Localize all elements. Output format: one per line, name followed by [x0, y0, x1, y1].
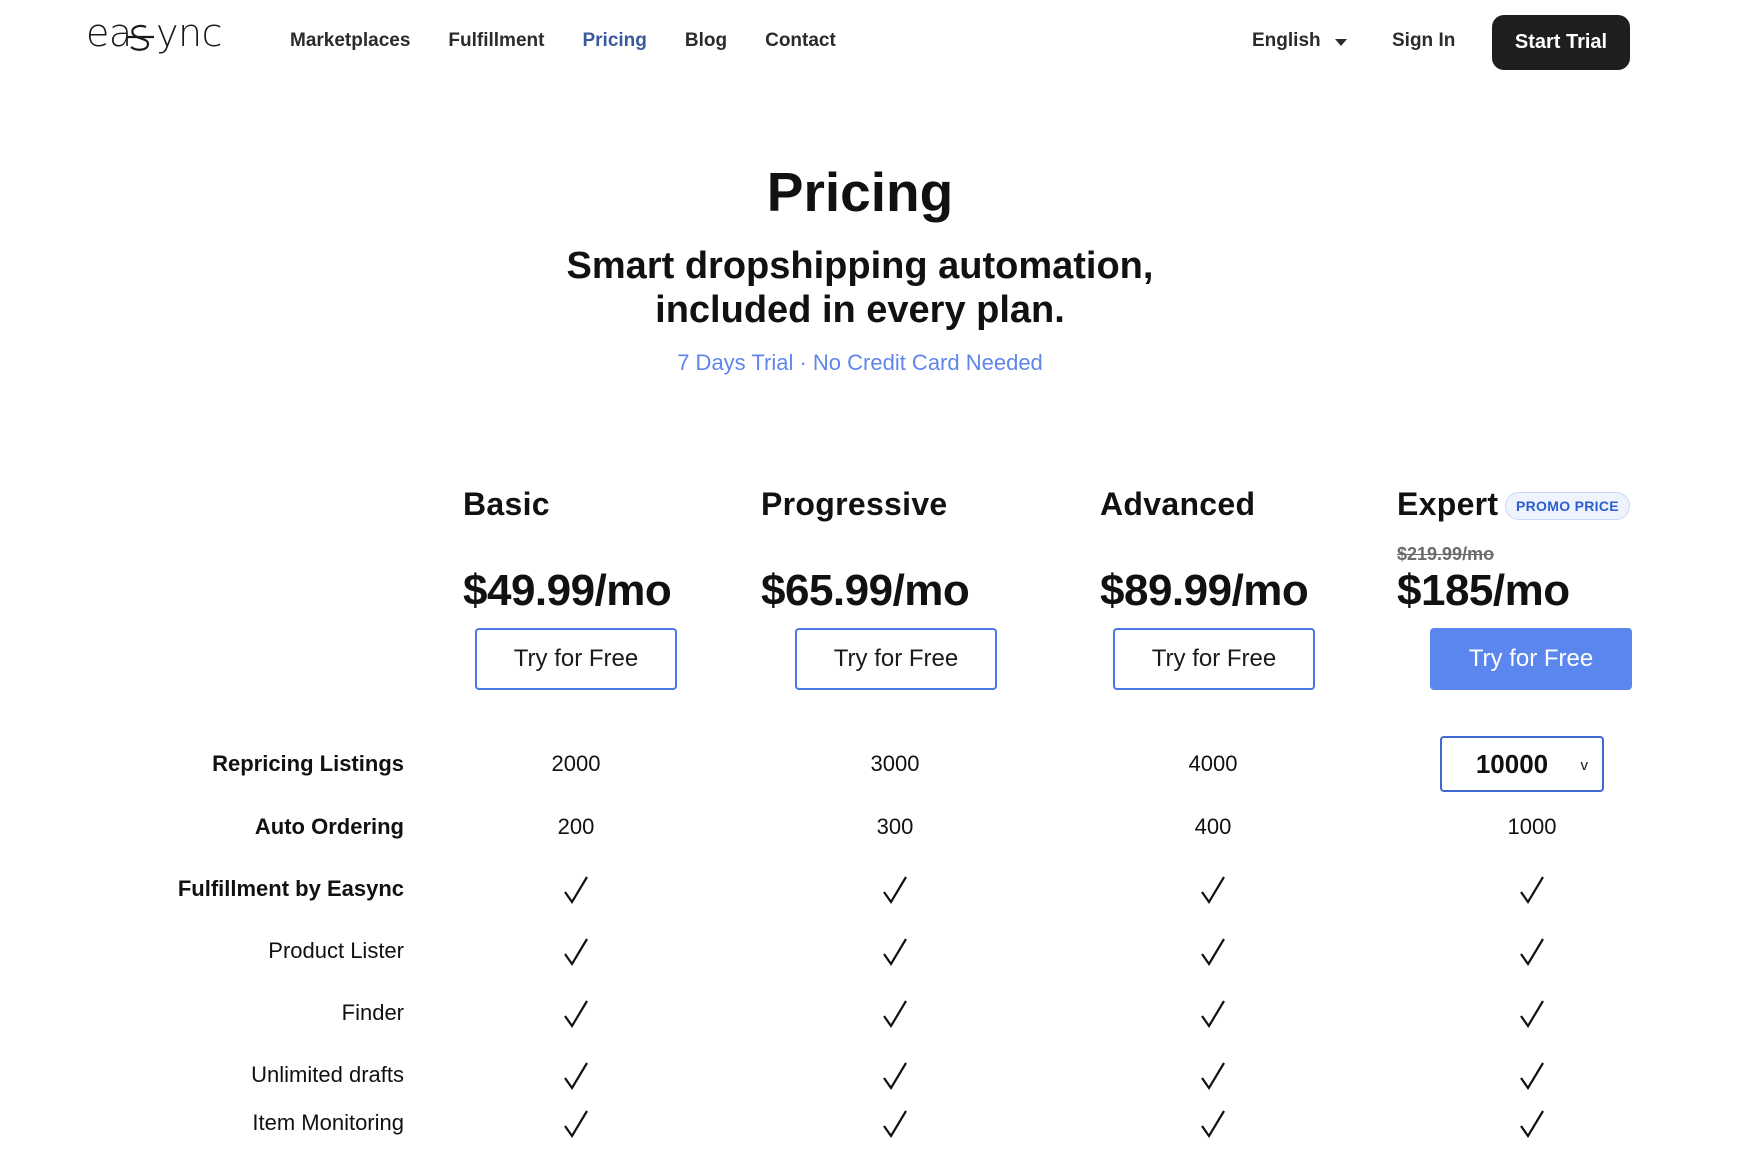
feature-label: Product Lister [268, 938, 404, 963]
feature-label: Item Monitoring [252, 1110, 404, 1135]
subtitle-line-2: included in every plan. [655, 289, 1065, 331]
feature-row-product-lister: Product Lister [0, 920, 1746, 982]
nav-pricing[interactable]: Pricing [582, 24, 646, 58]
check-icon [1520, 1062, 1544, 1091]
trial-note: 7 Days Trial · No Credit Card Needed [677, 350, 1043, 375]
check-cell [795, 920, 995, 982]
check-icon [1201, 1110, 1225, 1139]
feature-row-finder: Finder [0, 982, 1746, 1044]
nav-fulfillment[interactable]: Fulfillment [448, 24, 544, 58]
check-icon [1520, 1110, 1544, 1139]
feature-value: 300 [876, 814, 914, 839]
check-icon [1201, 876, 1225, 905]
plan-basic: Basic $49.99/mo Try for Free [463, 486, 763, 696]
sign-in-link[interactable]: Sign In [1392, 24, 1455, 58]
check-cell [1432, 1092, 1632, 1154]
feature-label: Auto Ordering [254, 814, 404, 839]
feature-value: 4000 [1188, 751, 1238, 776]
page-subtitle: Smart dropshipping automation, included … [0, 244, 1720, 332]
check-cell [795, 1092, 995, 1154]
check-icon [564, 1000, 588, 1029]
nav-marketplaces[interactable]: Marketplaces [290, 24, 410, 58]
check-cell [1113, 1092, 1313, 1154]
nav-blog[interactable]: Blog [685, 24, 727, 58]
svg-text:ea: ea [86, 14, 132, 55]
check-cell [795, 982, 995, 1044]
check-cell [1432, 858, 1632, 920]
subtitle-line-1: Smart dropshipping automation, [566, 245, 1154, 287]
feature-row-item-monitoring: Item Monitoring [0, 1092, 1746, 1154]
easync-logo-mark: ea ync [86, 14, 222, 55]
check-icon [1520, 1000, 1544, 1029]
top-navigation: ea ync Marketplaces Fulfillment Pricing … [0, 0, 1746, 84]
check-cell [1113, 982, 1313, 1044]
feature-value: 2000 [551, 751, 601, 776]
check-cell [1432, 982, 1632, 1044]
plan-progressive: Progressive $65.99/mo Try for Free [761, 486, 1061, 696]
feature-value: 400 [1194, 814, 1232, 839]
nav-contact[interactable]: Contact [765, 24, 836, 58]
check-icon [1201, 1000, 1225, 1029]
check-icon [564, 1062, 588, 1091]
plan-price: $49.99/mo [463, 566, 672, 615]
feature-row-auto-ordering: Auto Ordering 200 300 400 1000 [0, 796, 1746, 858]
check-cell [476, 982, 676, 1044]
easync-logo[interactable]: ea ync [86, 14, 222, 60]
feature-value: 1000 [1507, 814, 1557, 839]
plan-price: $185/mo [1397, 566, 1570, 615]
check-cell [1113, 858, 1313, 920]
check-icon [883, 1110, 907, 1139]
expert-listings-select[interactable]: 10000 v [1440, 736, 1604, 792]
check-icon [1520, 938, 1544, 967]
feature-label: Fulfillment by Easync [177, 876, 404, 901]
plan-price: $65.99/mo [761, 566, 970, 615]
main-nav: Marketplaces Fulfillment Pricing Blog Co… [290, 24, 874, 58]
plan-advanced: Advanced $89.99/mo Try for Free [1100, 486, 1400, 696]
chevron-down-icon [1334, 38, 1347, 46]
plan-expert: Expert PROMO PRICE $219.99/mo $185/mo Tr… [1397, 486, 1697, 696]
check-icon [1201, 1062, 1225, 1091]
check-icon [883, 1062, 907, 1091]
feature-row-fulfillment: Fulfillment by Easync [0, 858, 1746, 920]
try-for-free-advanced-button[interactable]: Try for Free [1113, 628, 1315, 690]
plan-name: Expert [1397, 486, 1499, 522]
feature-label: Repricing Listings [212, 751, 404, 776]
check-cell [476, 858, 676, 920]
select-value: 10000 [1475, 749, 1549, 779]
try-for-free-expert-button[interactable]: Try for Free [1430, 628, 1632, 690]
feature-value: 3000 [870, 751, 920, 776]
start-trial-button[interactable]: Start Trial [1492, 15, 1630, 70]
promo-badge: PROMO PRICE [1505, 492, 1630, 520]
try-for-free-progressive-button[interactable]: Try for Free [795, 628, 997, 690]
check-cell [1113, 920, 1313, 982]
svg-text:ync: ync [156, 14, 222, 55]
check-cell [1432, 920, 1632, 982]
plan-price: $89.99/mo [1100, 566, 1309, 615]
check-icon [1201, 938, 1225, 967]
check-cell [476, 920, 676, 982]
old-price: $219.99/mo [1397, 544, 1495, 564]
check-icon [564, 1110, 588, 1139]
feature-value: 200 [557, 814, 595, 839]
check-cell [476, 1092, 676, 1154]
check-icon [883, 876, 907, 905]
try-for-free-basic-button[interactable]: Try for Free [475, 628, 677, 690]
check-icon [883, 938, 907, 967]
feature-label: Finder [341, 1000, 404, 1025]
page-title: Pricing [766, 161, 954, 223]
chevron-down-icon: v [1580, 757, 1589, 774]
plan-name: Progressive [761, 486, 948, 522]
plan-name: Advanced [1100, 486, 1256, 522]
language-selector[interactable]: English [1252, 24, 1347, 58]
language-label: English [1252, 30, 1321, 51]
plan-name: Basic [463, 486, 550, 522]
check-icon [564, 938, 588, 967]
check-cell [795, 858, 995, 920]
check-icon [883, 1000, 907, 1029]
check-icon [1520, 876, 1544, 905]
check-icon [564, 876, 588, 905]
